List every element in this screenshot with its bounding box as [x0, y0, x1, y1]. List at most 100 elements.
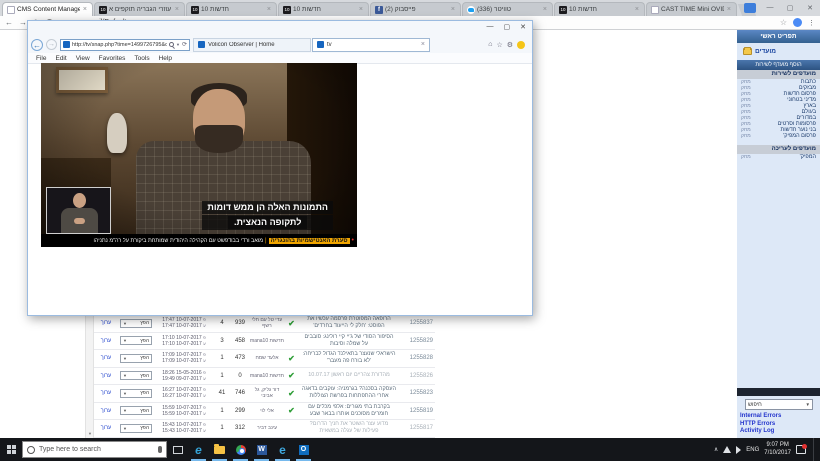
table-row[interactable]: 1255826 מהדורת צהריים יום ראשון 10.07.17… — [94, 368, 435, 386]
maximize-button[interactable]: ▢ — [504, 23, 511, 31]
sidebar-item-delete-link[interactable]: מחק — [741, 133, 751, 139]
menu-item[interactable]: File — [36, 55, 46, 62]
home-icon[interactable]: ⌂ — [488, 41, 492, 48]
article-title[interactable]: הישראלי שנעצר בתאילנד הגדול לבריחה: 'לא … — [299, 351, 399, 365]
article-id[interactable]: 1255828 — [399, 355, 435, 361]
search-icon[interactable] — [169, 42, 174, 47]
gear-icon[interactable]: ⚙ — [507, 41, 513, 49]
browser-tab[interactable]: חדשות 10 × — [278, 2, 369, 16]
sidebar-item[interactable]: פרסום המפיק' מחק — [737, 133, 820, 139]
browser-tab[interactable]: חדשות 10 × — [554, 2, 645, 16]
distribute-select[interactable]: הפץ ▼ — [120, 389, 152, 398]
article-id[interactable]: 1255817 — [399, 425, 435, 431]
admin-link[interactable]: Internal Errors — [740, 413, 781, 421]
sidebar-add-bar[interactable]: הוסף מועדף לשירות — [737, 60, 820, 70]
chevron-down-icon[interactable]: ▼ — [806, 402, 810, 407]
article-id[interactable]: 1255837 — [399, 320, 435, 326]
start-button[interactable] — [0, 438, 22, 461]
article-id[interactable]: 1255826 — [399, 373, 435, 379]
tab-close-icon[interactable]: × — [450, 6, 456, 13]
article-title[interactable]: מהדורת צהריים יום ראשון 10.07.17 — [299, 372, 399, 379]
distribute-select[interactable]: הפץ ▼ — [120, 406, 152, 415]
tab-close-icon[interactable]: × — [421, 41, 425, 48]
taskbar-chrome[interactable] — [230, 438, 251, 461]
article-title[interactable]: הסיפור הסודי של ג'יי קיי רולינג: סובבים … — [299, 334, 399, 348]
hidden-icons-chevron[interactable]: ∧ — [714, 446, 718, 453]
edit-link[interactable]: ערוך — [94, 373, 118, 379]
browser-tab[interactable]: פייסבוק (2) × — [370, 2, 461, 16]
minimize-button[interactable]: — — [487, 23, 494, 31]
chrome-menu-icon[interactable]: ⋮ — [808, 19, 815, 27]
edit-link[interactable]: ערוך — [94, 408, 118, 414]
menu-item[interactable]: Edit — [55, 55, 66, 62]
article-title[interactable]: הרופאה המפוטרת פרסמה עכשיו את הפוסט: 'חל… — [299, 316, 399, 330]
tab-close-icon[interactable]: × — [358, 6, 364, 13]
scrollbar-down-arrow[interactable]: ▼ — [86, 430, 94, 438]
article-title[interactable]: בקרבת בתי מגורים: אלפי מכלים עם חומרים מ… — [299, 404, 399, 418]
task-view-button[interactable] — [167, 438, 188, 461]
table-row[interactable]: 1255829 הסיפור הסודי של ג'יי קיי רולינג:… — [94, 333, 435, 351]
taskbar-edge[interactable]: e — [188, 438, 209, 461]
edit-link[interactable]: ערוך — [94, 355, 118, 361]
article-id[interactable]: 1255829 — [399, 338, 435, 344]
edit-link[interactable]: ערוך — [94, 320, 118, 326]
taskbar-file-explorer[interactable] — [209, 438, 230, 461]
profile-avatar[interactable] — [793, 18, 802, 27]
edit-link[interactable]: ערוך — [94, 390, 118, 396]
tab-close-icon[interactable]: × — [542, 6, 548, 13]
article-id[interactable]: 1255819 — [399, 408, 435, 414]
ie-window[interactable]: — ▢ ✕ ← → http://tv/snap.php?time=149972… — [27, 20, 533, 316]
sidebar-folder-link[interactable]: מועדים — [737, 43, 820, 58]
menu-item[interactable]: Tools — [134, 55, 149, 62]
admin-link[interactable]: Activity Log — [740, 428, 781, 436]
article-title[interactable]: העסקה בסכנה? בגרמניה: עוקבים בדאגה אחרי … — [299, 386, 399, 400]
distribute-select[interactable]: הפץ ▼ — [120, 319, 152, 328]
distribute-select[interactable]: הפץ ▼ — [120, 354, 152, 363]
favorites-star-icon[interactable]: ☆ — [496, 41, 502, 49]
distribute-select[interactable]: הפץ ▼ — [120, 371, 152, 380]
forward-icon[interactable]: → — [19, 18, 27, 27]
tab-close-icon[interactable]: × — [174, 6, 180, 13]
chevron-down-icon[interactable]: ▼ — [176, 42, 180, 47]
sidebar-item-label[interactable]: המפיק' — [800, 154, 816, 160]
taskbar-search-box[interactable]: Type here to search — [22, 441, 167, 458]
clock[interactable]: 9:07 PM 7/10/2017 — [764, 442, 791, 458]
distribute-select[interactable]: הפץ ▼ — [120, 336, 152, 345]
ie-tab[interactable]: tv × — [312, 38, 430, 52]
menu-item[interactable]: View — [76, 55, 90, 62]
admin-link[interactable]: HTTP Errors — [740, 421, 781, 429]
menu-item[interactable]: Help — [159, 55, 172, 62]
back-icon[interactable]: ← — [5, 18, 13, 27]
browser-tab[interactable]: CMS Content Manage… × — [2, 2, 93, 16]
video-player[interactable]: התמונות האלה הן ממש דומות לתקופה הנאצית.… — [41, 63, 357, 247]
distribute-select[interactable]: הפץ ▼ — [120, 424, 152, 433]
browser-tab[interactable]: חדשות 10 × — [186, 2, 277, 16]
bookmark-star-icon[interactable]: ☆ — [780, 18, 787, 27]
taskbar-outlook[interactable]: O — [293, 438, 314, 461]
tab-close-icon[interactable]: × — [634, 6, 640, 13]
sidebar-item-delete-link[interactable]: מחק — [741, 154, 751, 160]
edit-link[interactable]: ערוך — [94, 338, 118, 344]
close-button[interactable]: ✕ — [520, 23, 526, 31]
browser-tab[interactable]: טוויטר (336) × — [462, 2, 553, 16]
language-indicator[interactable]: ENG — [746, 447, 759, 453]
app-icon[interactable] — [744, 3, 756, 13]
ie-tab[interactable]: Volicon Observer | Home — [193, 38, 311, 52]
table-row[interactable]: 1255819 בקרבת בתי מגורים: אלפי מכלים עם … — [94, 403, 435, 421]
table-row[interactable]: 1255823 העסקה בסכנה? בגרמניה: עוקבים בדא… — [94, 385, 435, 403]
volume-icon[interactable] — [736, 446, 741, 454]
browser-tab[interactable]: עוזרי הגבריה תוקפים א… × — [94, 2, 185, 16]
sidebar-item[interactable]: המפיק' מחק — [737, 154, 820, 160]
maximize-button[interactable]: ▢ — [780, 4, 800, 12]
feedback-smiley-icon[interactable] — [517, 41, 525, 49]
tab-close-icon[interactable]: × — [726, 6, 732, 13]
ie-titlebar[interactable]: — ▢ ✕ — [28, 21, 532, 36]
show-desktop-button[interactable] — [813, 438, 816, 461]
ie-address-bar[interactable]: http://tv/snap.php?time=1499726795&ch ▼ … — [60, 39, 190, 51]
action-center-icon[interactable] — [796, 445, 806, 454]
sidebar-item-label[interactable]: פרסום המפיק' — [783, 133, 816, 139]
browser-tab[interactable]: CAST TIME Mini OVIDIU… × — [646, 2, 737, 16]
close-button[interactable]: ✕ — [800, 4, 820, 12]
back-icon[interactable]: ← — [31, 39, 43, 51]
microphone-icon[interactable] — [158, 446, 162, 453]
